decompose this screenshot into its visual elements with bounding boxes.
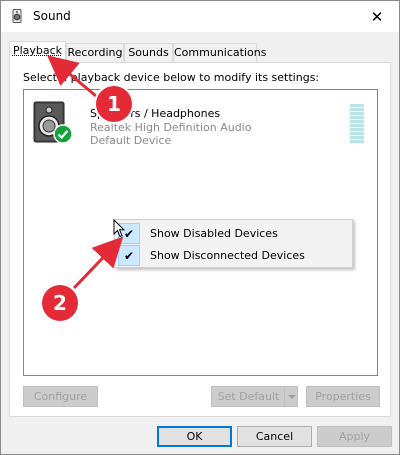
speaker-title-icon bbox=[12, 9, 22, 23]
properties-button[interactable]: Properties bbox=[306, 386, 380, 407]
device-status: Default Device bbox=[90, 134, 172, 147]
configure-button[interactable]: Configure bbox=[23, 386, 98, 407]
tab-communications[interactable]: Communications bbox=[173, 43, 266, 63]
set-default-dropdown-arrow[interactable] bbox=[284, 386, 298, 407]
device-item-speakers[interactable]: Speakers / Headphones Realtek High Defin… bbox=[32, 100, 352, 152]
close-button[interactable]: ✕ bbox=[355, 1, 399, 32]
menu-item-show-disabled-devices[interactable]: ✔ Show Disabled Devices bbox=[118, 223, 351, 244]
apply-button[interactable]: Apply bbox=[317, 426, 392, 447]
cancel-button[interactable]: Cancel bbox=[237, 426, 312, 447]
tab-playback[interactable]: Playback bbox=[9, 41, 66, 64]
volume-level-meter bbox=[350, 104, 364, 146]
title-bar[interactable]: Sound ✕ bbox=[1, 1, 399, 32]
context-menu: ✔ Show Disabled Devices ✔ Show Disconnec… bbox=[114, 219, 353, 268]
annotation-badge-2: 2 bbox=[42, 285, 78, 321]
device-description: Realtek High Definition Audio bbox=[90, 121, 252, 134]
menu-item-show-disconnected-devices[interactable]: ✔ Show Disconnected Devices bbox=[118, 245, 351, 266]
green-check-icon bbox=[53, 124, 73, 144]
window-title: Sound bbox=[33, 9, 71, 23]
tab-sounds[interactable]: Sounds bbox=[124, 43, 173, 63]
close-icon: ✕ bbox=[370, 7, 384, 26]
annotation-badge-1: 1 bbox=[96, 86, 132, 122]
instruction-text: Select a playback device below to modify… bbox=[23, 71, 320, 84]
checkmark-icon: ✔ bbox=[118, 245, 140, 266]
mouse-cursor-icon bbox=[113, 219, 125, 238]
tab-recording[interactable]: Recording bbox=[66, 43, 124, 63]
ok-button[interactable]: OK bbox=[157, 426, 232, 447]
set-default-button[interactable]: Set Default bbox=[211, 386, 286, 407]
